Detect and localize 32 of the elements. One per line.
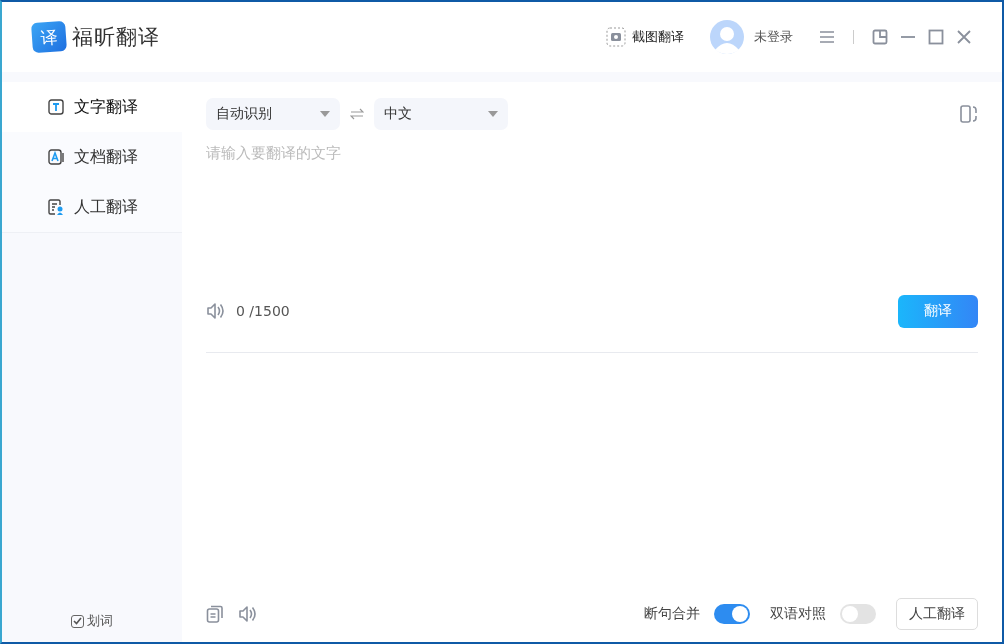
word-pick-checkbox[interactable] <box>71 614 84 628</box>
target-language-dropdown[interactable]: 中文 <box>374 98 508 130</box>
sidebar-tab[interactable]: 人工翻译 <box>2 182 182 232</box>
document-icon <box>48 149 64 165</box>
toggle-label: 断句合并 <box>644 605 700 623</box>
speaker-icon[interactable] <box>238 604 258 624</box>
screenshot-translate-button[interactable]: 截图翻译 <box>606 27 684 47</box>
mini-window-icon[interactable] <box>872 29 888 45</box>
human-translation-button[interactable]: 人工翻译 <box>896 598 978 630</box>
dropdown-caret-icon <box>320 111 330 117</box>
close-icon[interactable] <box>956 29 972 45</box>
word-pick-label[interactable]: 划词 <box>87 612 113 630</box>
maximize-icon[interactable] <box>928 29 944 45</box>
camera-icon <box>606 27 626 47</box>
source-language-dropdown[interactable]: 自动识别 <box>206 98 340 130</box>
toggle-switch[interactable] <box>714 604 750 624</box>
swap-icon[interactable] <box>350 108 364 120</box>
text-icon <box>48 99 64 115</box>
logo-icon: 译 <box>31 20 67 54</box>
dropdown-caret-icon <box>488 111 498 117</box>
layout-toggle-icon[interactable] <box>960 105 978 123</box>
sidebar-tab[interactable]: 文字翻译 <box>2 82 182 132</box>
speaker-icon[interactable] <box>206 301 226 321</box>
menu-icon[interactable] <box>819 30 835 44</box>
character-count: 0 /1500 <box>236 303 290 319</box>
login-status[interactable]: 未登录 <box>754 28 793 46</box>
person-document-icon <box>48 199 64 215</box>
toggle-label: 双语对照 <box>770 605 826 623</box>
toggle-switch[interactable] <box>840 604 876 624</box>
copy-icon[interactable] <box>206 605 224 623</box>
sidebar-tab[interactable]: 文档翻译 <box>2 132 182 182</box>
app-name: 福昕翻译 <box>72 24 160 51</box>
